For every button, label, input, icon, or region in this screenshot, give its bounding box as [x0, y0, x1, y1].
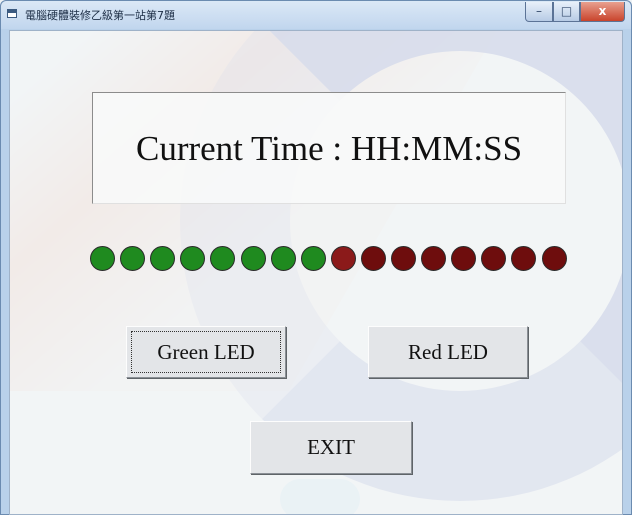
title-bar[interactable]: 電腦硬體裝修乙級第一站第7題 – □ x: [1, 1, 631, 29]
led-red: [360, 246, 386, 271]
led-green: [150, 246, 176, 271]
window-title: 電腦硬體裝修乙級第一站第7題: [25, 9, 175, 22]
exit-button[interactable]: EXIT: [250, 421, 412, 474]
led-row: [90, 246, 570, 274]
time-display-box: Current Time : HH:MM:SS: [92, 92, 566, 204]
red-led-button[interactable]: Red LED: [368, 326, 528, 378]
led-red: [511, 246, 537, 271]
green-led-button-label: Green LED: [157, 340, 255, 364]
led-green: [270, 246, 296, 271]
led-red: [451, 246, 477, 271]
led-green: [120, 246, 146, 271]
led-green: [300, 246, 326, 271]
close-button[interactable]: x: [580, 2, 625, 22]
app-window: 電腦硬體裝修乙級第一站第7題 – □ x Current Time : HH:M…: [0, 0, 632, 515]
maximize-button[interactable]: □: [553, 2, 580, 22]
exit-button-label: EXIT: [307, 435, 355, 459]
led-green: [240, 246, 266, 271]
led-red: [541, 246, 567, 271]
red-led-button-label: Red LED: [408, 340, 488, 364]
app-icon[interactable]: [7, 9, 17, 18]
led-green: [90, 246, 115, 271]
led-green: [180, 246, 206, 271]
current-time-label: Current Time : HH:MM:SS: [135, 129, 523, 168]
led-red: [330, 246, 356, 271]
led-green: [210, 246, 236, 271]
led-red: [391, 246, 416, 271]
minimize-button[interactable]: –: [525, 2, 553, 22]
led-red: [421, 246, 447, 271]
led-red: [481, 246, 507, 271]
green-led-button[interactable]: Green LED: [126, 326, 286, 378]
form-client-area: Current Time : HH:MM:SS Green LED Red LE…: [9, 30, 623, 515]
